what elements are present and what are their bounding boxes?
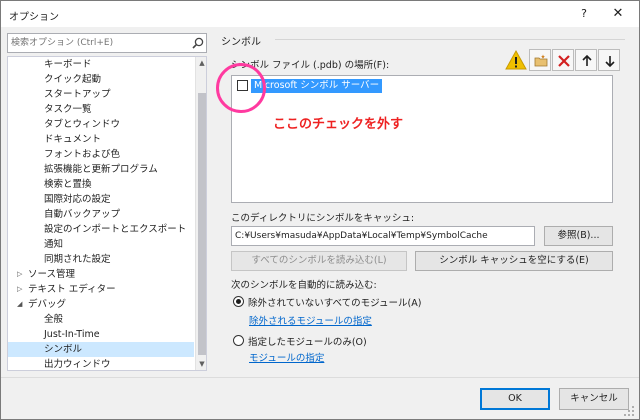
tree-item-label: デバッグ: [28, 299, 67, 310]
radio-all-modules-button[interactable]: [233, 296, 244, 307]
tree-item[interactable]: ▷ テキスト エディター: [8, 282, 194, 297]
tree-item[interactable]: 出力ウィンドウ: [8, 357, 194, 370]
collapsed-arrow-icon[interactable]: ▷: [17, 267, 22, 282]
scroll-down-arrow-icon[interactable]: ▼: [196, 358, 206, 370]
tree-item-label: テキスト エディター: [28, 284, 116, 295]
tree-item[interactable]: 通知: [8, 237, 194, 252]
tree-scrollbar[interactable]: ▲ ▼: [195, 57, 206, 370]
tree-item[interactable]: 拡張機能と更新プログラム: [8, 162, 194, 177]
tree-item[interactable]: スタートアップ: [8, 87, 194, 102]
radio-specified-modules-button[interactable]: [233, 335, 244, 346]
ok-button[interactable]: OK: [480, 388, 550, 410]
arrow-up-icon: [582, 54, 592, 66]
tree-item[interactable]: タスク一覧: [8, 102, 194, 117]
tree-item[interactable]: ◢ デバッグ: [8, 297, 194, 312]
tree-item-label: キーボード: [44, 59, 92, 70]
close-button[interactable]: ✕: [607, 4, 629, 24]
tree-item-label: 出力ウィンドウ: [44, 359, 111, 370]
tree-item-label: ドキュメント: [44, 134, 102, 145]
tree-item-label: 自動バックアップ: [44, 209, 121, 220]
tree-item[interactable]: 検索と置換: [8, 177, 194, 192]
symbol-server-list: Microsoft シンボル サーバー: [231, 75, 613, 203]
search-icon[interactable]: [192, 37, 204, 49]
search-input[interactable]: [11, 36, 187, 50]
tree-item[interactable]: ▷ ソース管理: [8, 267, 194, 282]
tree-item-label: 拡張機能と更新プログラム: [44, 164, 158, 175]
tree-item[interactable]: 国際対応の設定: [8, 192, 194, 207]
tree-item[interactable]: クイック起動: [8, 72, 194, 87]
resize-grip-icon[interactable]: [623, 405, 635, 417]
new-folder-icon: [534, 54, 548, 67]
tree-item-label: スタートアップ: [44, 89, 111, 100]
load-all-symbols-button[interactable]: すべてのシンボルを読み込む(L): [231, 251, 407, 271]
microsoft-symbol-server-label[interactable]: Microsoft シンボル サーバー: [251, 79, 383, 93]
annotation-text: ここのチェックを外す: [273, 117, 404, 132]
tree-item[interactable]: 自動バックアップ: [8, 207, 194, 222]
tree-item-label: 同期された設定: [44, 254, 111, 265]
auto-load-label: 次のシンボルを自動的に読み込む:: [231, 280, 377, 291]
tree-item-label: クイック起動: [44, 74, 102, 85]
tree-item-label: Just-In-Time: [44, 329, 100, 340]
tree-item-label: 設定のインポートとエクスポート: [44, 224, 187, 235]
options-dialog: オプション ? ✕ キーボードクイック起動スタートアップタスク一覧タブとウィンド…: [0, 0, 640, 420]
tree-item[interactable]: キーボード: [8, 57, 194, 72]
tree-item-label: フォントおよび色: [44, 149, 121, 160]
excluded-modules-link[interactable]: 除外されるモジュールの指定: [249, 313, 372, 327]
warning-icon: [505, 49, 527, 70]
radio-all-modules-label: 除外されていないすべてのモジュール(A): [248, 298, 422, 309]
move-up-button[interactable]: [575, 49, 597, 71]
cancel-button[interactable]: キャンセル: [559, 388, 629, 410]
tree-item[interactable]: フォントおよび色: [8, 147, 194, 162]
annotation-circle: [216, 63, 266, 113]
search-box[interactable]: [7, 33, 207, 53]
tree-item[interactable]: 全般: [8, 312, 194, 327]
cache-directory-label: このディレクトリにシンボルをキャッシュ:: [231, 213, 415, 224]
section-title: シンボル: [221, 37, 261, 48]
tree-item-label: タスク一覧: [44, 104, 92, 115]
expanded-arrow-icon[interactable]: ◢: [17, 297, 22, 312]
move-down-button[interactable]: [598, 49, 620, 71]
tree-item[interactable]: タブとウィンドウ: [8, 117, 194, 132]
new-folder-button[interactable]: [529, 49, 551, 71]
arrow-down-icon: [605, 56, 615, 68]
scroll-up-arrow-icon[interactable]: ▲: [196, 57, 206, 69]
tree-item[interactable]: 設定のインポートとエクスポート: [8, 222, 194, 237]
tree-item-label: 検索と置換: [44, 179, 92, 190]
collapsed-arrow-icon[interactable]: ▷: [17, 282, 22, 297]
tree-item-label: シンボル: [44, 344, 83, 355]
options-tree: キーボードクイック起動 スタートアップ タスク一覧タブとウィンドウ ドキュメントフォン…: [7, 56, 207, 371]
delete-icon: [558, 55, 570, 67]
empty-symbol-cache-button[interactable]: シンボル キャッシュを空にする(E): [415, 251, 613, 271]
tree-item-label: 通知: [44, 239, 64, 250]
tree-item[interactable]: 同期された設定: [8, 252, 194, 267]
specify-modules-link[interactable]: モジュールの指定: [249, 350, 324, 364]
tree-item[interactable]: ドキュメント: [8, 132, 194, 147]
tree-item-label: タブとウィンドウ: [44, 119, 121, 130]
cache-directory-input[interactable]: [231, 226, 535, 246]
browse-button[interactable]: 参照(B)...: [544, 226, 613, 246]
delete-button[interactable]: [552, 49, 574, 71]
section-divider: [275, 39, 625, 40]
tree-item-label: 全般: [44, 314, 64, 325]
tree-item-label: 国際対応の設定: [44, 194, 111, 205]
scroll-thumb[interactable]: [198, 93, 206, 355]
radio-specified-modules-label: 指定したモジュールのみ(O): [248, 337, 367, 348]
tree-item[interactable]: シンボル: [8, 342, 194, 357]
window-title: オプション: [9, 12, 59, 23]
tree-item[interactable]: Just-In-Time: [8, 327, 194, 342]
tree-item-label: ソース管理: [28, 269, 76, 280]
help-button[interactable]: ?: [573, 4, 595, 24]
title-bar: オプション ? ✕: [1, 1, 639, 27]
